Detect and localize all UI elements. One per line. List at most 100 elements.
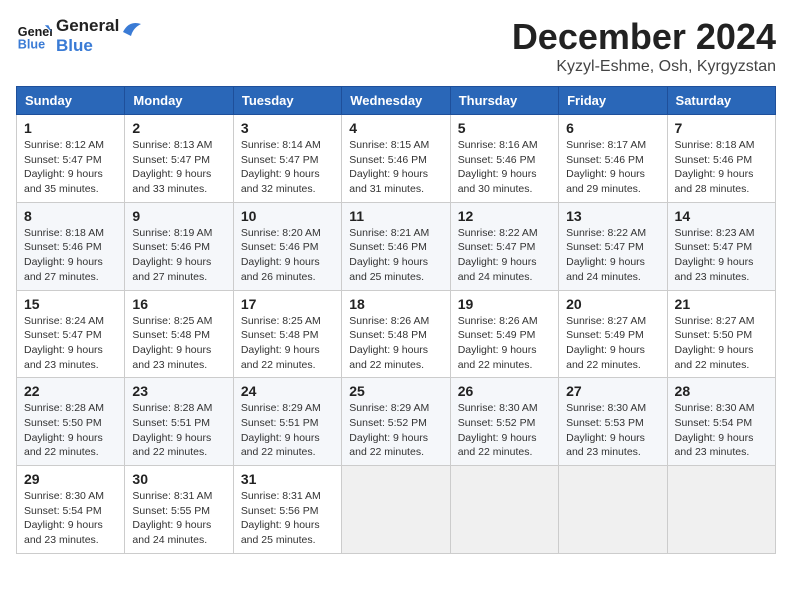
- calendar-cell: 11Sunrise: 8:21 AMSunset: 5:46 PMDayligh…: [342, 202, 450, 290]
- calendar-cell: 25 Sunrise: 8:29 AMSunset: 5:52 PMDayligh…: [342, 378, 450, 466]
- calendar-cell: 28 Sunrise: 8:30 AMSunset: 5:54 PMDayligh…: [667, 378, 775, 466]
- day-info: Sunrise: 8:14 AMSunset: 5:47 PMDaylight:…: [241, 139, 321, 195]
- day-number: 16: [132, 296, 225, 312]
- calendar-cell: 27Sunrise: 8:30 AMSunset: 5:53 PMDayligh…: [559, 378, 667, 466]
- day-number: 13: [566, 208, 659, 224]
- day-number: 8: [24, 208, 117, 224]
- day-number: 25: [349, 383, 442, 399]
- calendar-cell: [342, 466, 450, 554]
- day-info: Sunrise: 8:18 AMSunset: 5:46 PMDaylight:…: [675, 139, 755, 195]
- day-number: 7: [675, 120, 768, 136]
- day-number: 29: [24, 471, 117, 487]
- day-number: 23: [132, 383, 225, 399]
- calendar-week-row: 15 Sunrise: 8:24 AMSunset: 5:47 PMDayligh…: [17, 290, 776, 378]
- calendar-cell: 3 Sunrise: 8:14 AMSunset: 5:47 PMDaylight…: [233, 115, 341, 203]
- calendar-cell: 21 Sunrise: 8:27 AMSunset: 5:50 PMDayligh…: [667, 290, 775, 378]
- day-number: 6: [566, 120, 659, 136]
- day-number: 11: [349, 208, 442, 224]
- logo-bird-icon: [121, 18, 143, 46]
- day-info: Sunrise: 8:30 AMSunset: 5:54 PMDaylight:…: [675, 402, 755, 458]
- day-info: Sunrise: 8:29 AMSunset: 5:51 PMDaylight:…: [241, 402, 321, 458]
- calendar-cell: 23 Sunrise: 8:28 AMSunset: 5:51 PMDayligh…: [125, 378, 233, 466]
- calendar-cell: 14 Sunrise: 8:23 AMSunset: 5:47 PMDayligh…: [667, 202, 775, 290]
- day-number: 26: [458, 383, 551, 399]
- calendar-cell: 22Sunrise: 8:28 AMSunset: 5:50 PMDayligh…: [17, 378, 125, 466]
- day-info: Sunrise: 8:18 AMSunset: 5:46 PMDaylight:…: [24, 227, 104, 283]
- day-info: Sunrise: 8:19 AMSunset: 5:46 PMDaylight:…: [132, 227, 212, 283]
- day-number: 9: [132, 208, 225, 224]
- calendar-cell: 7 Sunrise: 8:18 AMSunset: 5:46 PMDaylight…: [667, 115, 775, 203]
- day-number: 24: [241, 383, 334, 399]
- day-number: 22: [24, 383, 117, 399]
- day-number: 31: [241, 471, 334, 487]
- calendar-cell: 8 Sunrise: 8:18 AMSunset: 5:46 PMDaylight…: [17, 202, 125, 290]
- calendar-cell: 18Sunrise: 8:26 AMSunset: 5:48 PMDayligh…: [342, 290, 450, 378]
- logo: General Blue General Blue: [16, 16, 143, 57]
- day-info: Sunrise: 8:26 AMSunset: 5:49 PMDaylight:…: [458, 315, 538, 371]
- day-info: Sunrise: 8:23 AMSunset: 5:47 PMDaylight:…: [675, 227, 755, 283]
- day-number: 17: [241, 296, 334, 312]
- day-number: 18: [349, 296, 442, 312]
- day-info: Sunrise: 8:22 AMSunset: 5:47 PMDaylight:…: [458, 227, 538, 283]
- calendar-cell: [667, 466, 775, 554]
- weekday-header-friday: Friday: [559, 87, 667, 115]
- weekday-header-wednesday: Wednesday: [342, 87, 450, 115]
- day-info: Sunrise: 8:22 AMSunset: 5:47 PMDaylight:…: [566, 227, 646, 283]
- logo-icon: General Blue: [16, 18, 52, 54]
- day-number: 20: [566, 296, 659, 312]
- day-info: Sunrise: 8:31 AMSunset: 5:56 PMDaylight:…: [241, 490, 321, 546]
- calendar-cell: [559, 466, 667, 554]
- calendar-cell: 5Sunrise: 8:16 AMSunset: 5:46 PMDaylight…: [450, 115, 558, 203]
- logo-general: General: [56, 16, 119, 36]
- day-number: 21: [675, 296, 768, 312]
- weekday-header-sunday: Sunday: [17, 87, 125, 115]
- day-info: Sunrise: 8:20 AMSunset: 5:46 PMDaylight:…: [241, 227, 321, 283]
- calendar-cell: 4Sunrise: 8:15 AMSunset: 5:46 PMDaylight…: [342, 115, 450, 203]
- day-number: 27: [566, 383, 659, 399]
- calendar-week-row: 1Sunrise: 8:12 AMSunset: 5:47 PMDaylight…: [17, 115, 776, 203]
- calendar-cell: 15 Sunrise: 8:24 AMSunset: 5:47 PMDayligh…: [17, 290, 125, 378]
- location-subtitle: Kyzyl-Eshme, Osh, Kyrgyzstan: [512, 58, 776, 76]
- svg-text:Blue: Blue: [18, 38, 45, 52]
- calendar-table: SundayMondayTuesdayWednesdayThursdayFrid…: [16, 86, 776, 554]
- calendar-cell: 10 Sunrise: 8:20 AMSunset: 5:46 PMDayligh…: [233, 202, 341, 290]
- logo-blue: Blue: [56, 36, 119, 56]
- day-info: Sunrise: 8:12 AMSunset: 5:47 PMDaylight:…: [24, 139, 104, 195]
- calendar-cell: 19 Sunrise: 8:26 AMSunset: 5:49 PMDayligh…: [450, 290, 558, 378]
- calendar-week-row: 8 Sunrise: 8:18 AMSunset: 5:46 PMDaylight…: [17, 202, 776, 290]
- calendar-cell: 9 Sunrise: 8:19 AMSunset: 5:46 PMDaylight…: [125, 202, 233, 290]
- day-number: 15: [24, 296, 117, 312]
- day-info: Sunrise: 8:25 AMSunset: 5:48 PMDaylight:…: [132, 315, 212, 371]
- day-info: Sunrise: 8:28 AMSunset: 5:51 PMDaylight:…: [132, 402, 212, 458]
- calendar-cell: 2Sunrise: 8:13 AMSunset: 5:47 PMDaylight…: [125, 115, 233, 203]
- day-number: 3: [241, 120, 334, 136]
- day-info: Sunrise: 8:16 AMSunset: 5:46 PMDaylight:…: [458, 139, 538, 195]
- weekday-header-monday: Monday: [125, 87, 233, 115]
- day-info: Sunrise: 8:30 AMSunset: 5:54 PMDaylight:…: [24, 490, 104, 546]
- day-info: Sunrise: 8:27 AMSunset: 5:50 PMDaylight:…: [675, 315, 755, 371]
- calendar-cell: 1Sunrise: 8:12 AMSunset: 5:47 PMDaylight…: [17, 115, 125, 203]
- calendar-cell: 30Sunrise: 8:31 AMSunset: 5:55 PMDayligh…: [125, 466, 233, 554]
- day-info: Sunrise: 8:29 AMSunset: 5:52 PMDaylight:…: [349, 402, 429, 458]
- page-header: General Blue General Blue December 2024 …: [16, 16, 776, 76]
- day-info: Sunrise: 8:30 AMSunset: 5:52 PMDaylight:…: [458, 402, 538, 458]
- day-info: Sunrise: 8:17 AMSunset: 5:46 PMDaylight:…: [566, 139, 646, 195]
- day-info: Sunrise: 8:27 AMSunset: 5:49 PMDaylight:…: [566, 315, 646, 371]
- day-number: 4: [349, 120, 442, 136]
- calendar-cell: 13 Sunrise: 8:22 AMSunset: 5:47 PMDayligh…: [559, 202, 667, 290]
- weekday-header-tuesday: Tuesday: [233, 87, 341, 115]
- calendar-cell: 16 Sunrise: 8:25 AMSunset: 5:48 PMDayligh…: [125, 290, 233, 378]
- weekday-header-saturday: Saturday: [667, 87, 775, 115]
- calendar-cell: 24 Sunrise: 8:29 AMSunset: 5:51 PMDayligh…: [233, 378, 341, 466]
- day-number: 12: [458, 208, 551, 224]
- day-number: 28: [675, 383, 768, 399]
- day-info: Sunrise: 8:13 AMSunset: 5:47 PMDaylight:…: [132, 139, 212, 195]
- day-number: 10: [241, 208, 334, 224]
- day-info: Sunrise: 8:31 AMSunset: 5:55 PMDaylight:…: [132, 490, 212, 546]
- day-info: Sunrise: 8:24 AMSunset: 5:47 PMDaylight:…: [24, 315, 104, 371]
- day-number: 14: [675, 208, 768, 224]
- calendar-cell: 6 Sunrise: 8:17 AMSunset: 5:46 PMDaylight…: [559, 115, 667, 203]
- calendar-cell: 26 Sunrise: 8:30 AMSunset: 5:52 PMDayligh…: [450, 378, 558, 466]
- calendar-cell: 31 Sunrise: 8:31 AMSunset: 5:56 PMDayligh…: [233, 466, 341, 554]
- day-number: 19: [458, 296, 551, 312]
